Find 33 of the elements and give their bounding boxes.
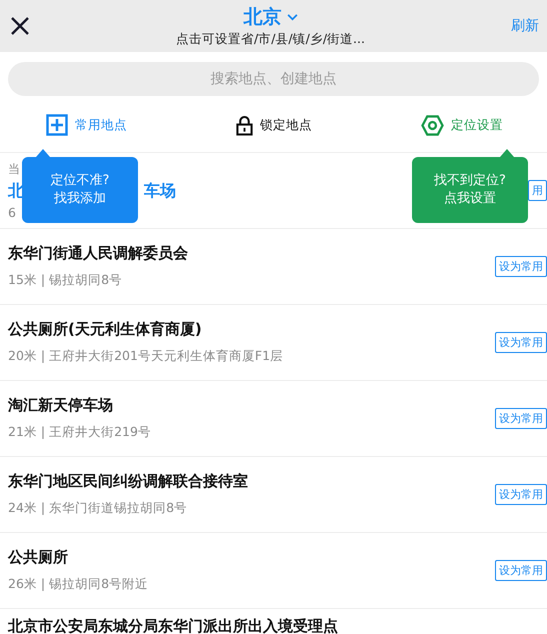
close-icon[interactable] [10,16,30,36]
tooltip-text: 找不到定位? 点我设置 [434,172,506,208]
place-name[interactable]: 车场 [144,181,176,202]
place-name[interactable]: 东华门街通人民调解委员会 [8,244,188,263]
set-favorite-button[interactable]: 设为常用 [495,484,547,505]
place-detail: 20米 | 王府井大街201号天元利生体育商厦F1层 [8,348,284,365]
place-detail: 26米 | 锡拉胡同8号附近 [8,576,148,593]
set-favorite-button[interactable]: 设为常用 [495,332,547,353]
set-favorite-button[interactable]: 设为常用 [495,560,547,581]
place-name[interactable]: 东华门地区民间纠纷调解联合接待室 [8,472,248,491]
city-selector[interactable]: 北京 [244,4,282,30]
set-favorite-button[interactable]: 设为常用 [495,408,547,429]
action-link[interactable]: 定位设置 [451,116,503,134]
action-link[interactable]: 常用地点 [75,116,127,134]
lock-icon[interactable] [236,114,253,136]
place-name[interactable]: 淘汇新天停车场 [8,396,151,415]
place-name[interactable]: 公共厕所(天元利生体育商厦) [8,320,284,339]
place-name[interactable]: 北京市公安局东城分局东华门派出所出入境受理点 [8,617,338,634]
place-detail: 24米 | 东华门街道锡拉胡同8号 [8,500,188,517]
chevron-down-icon[interactable] [286,14,298,20]
place-name[interactable]: 公共厕所 [8,548,148,567]
hexagon-gear-icon[interactable] [421,114,444,136]
action-link[interactable]: 锁定地点 [260,116,312,134]
place-detail: 6 [8,205,17,220]
tooltip-text: 定位不准? 找我添加 [50,172,110,208]
search-field[interactable]: 搜索地点、创建地点 [8,62,539,96]
place-detail: 21米 | 王府井大街219号 [8,424,151,441]
set-favorite-button[interactable]: 设为常用 [495,256,547,277]
place-detail: 15米 | 锡拉胡同8号 [8,272,124,289]
subtitle: 点击可设置省/市/县/镇/乡/街道... [176,31,365,48]
current-label: 当 [8,161,21,178]
plus-square-icon[interactable] [46,114,68,136]
refresh-button[interactable]: 刷新 [511,17,539,35]
